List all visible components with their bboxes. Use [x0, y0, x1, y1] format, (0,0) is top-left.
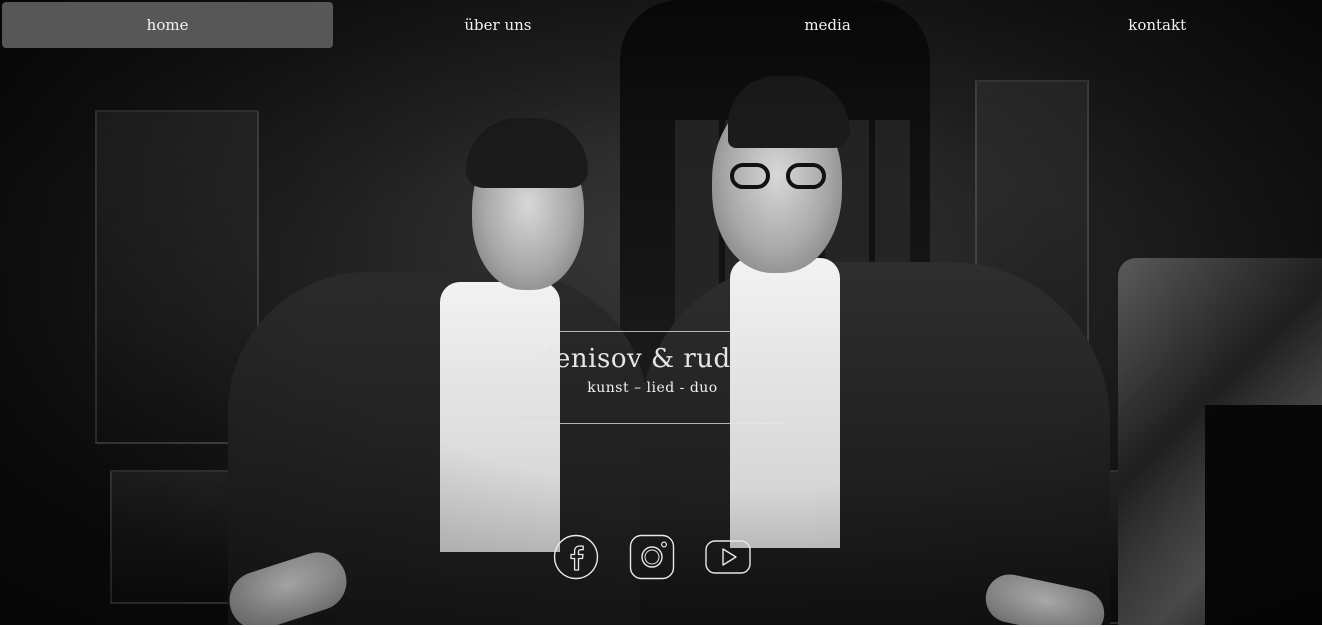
main-navigation: home über uns media kontakt [0, 0, 1322, 50]
nav-item-kontakt[interactable]: kontakt [992, 2, 1322, 48]
nav-item-ueber-uns[interactable]: über uns [333, 2, 663, 48]
site-title: denisov & rudoff [537, 344, 768, 374]
hero-title-block: denisov & rudoff kunst – lied - duo [518, 331, 787, 424]
hero-background-photo [0, 0, 1322, 625]
instagram-icon[interactable] [629, 534, 675, 580]
youtube-icon[interactable] [705, 534, 751, 580]
social-links [553, 534, 751, 580]
nav-item-media[interactable]: media [663, 2, 993, 48]
site-subtitle: kunst – lied - duo [587, 380, 718, 396]
vignette [0, 0, 1322, 625]
page: home über uns media kontakt denisov & ru… [0, 0, 1322, 627]
facebook-icon[interactable] [553, 534, 599, 580]
nav-item-home[interactable]: home [2, 2, 334, 48]
